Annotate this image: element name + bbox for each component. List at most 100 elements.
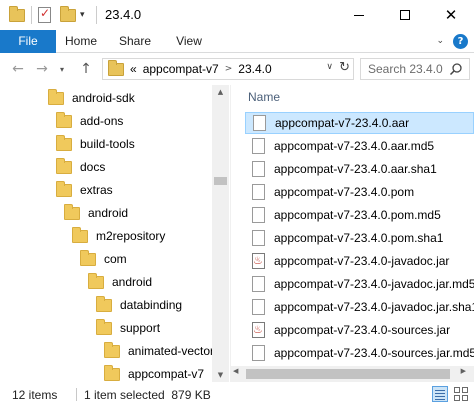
maximize-button[interactable]	[382, 0, 428, 30]
file-row[interactable]: appcompat-v7-23.4.0-sources.jar	[245, 319, 474, 341]
folder-icon	[104, 341, 120, 358]
folder-icon	[88, 272, 104, 289]
file-row[interactable]: appcompat-v7-23.4.0-sources.jar.md5	[245, 342, 474, 364]
file-name: appcompat-v7-23.4.0.aar.sha1	[274, 162, 437, 176]
forward-button[interactable]: →	[34, 59, 50, 79]
address-bar[interactable]: « appcompat-v7 > 23.4.0 ∨ ↻	[102, 58, 354, 80]
file-row[interactable]: appcompat-v7-23.4.0-javadoc.jar.sha1	[245, 296, 474, 318]
breadcrumb-overflow[interactable]: «	[130, 62, 137, 76]
folder-icon	[96, 318, 112, 335]
nav-tree-item[interactable]: appcompat-v7	[104, 363, 204, 382]
nav-tree-label: android-sdk	[72, 91, 135, 105]
scroll-left-icon[interactable]: ◀	[233, 367, 238, 375]
nav-tree-item[interactable]: build-tools	[56, 133, 135, 155]
folder-icon	[108, 59, 124, 76]
minimize-icon	[354, 14, 364, 16]
nav-tree-label: build-tools	[80, 137, 135, 151]
back-button[interactable]: ←	[10, 59, 26, 79]
file-icon	[252, 276, 265, 292]
search-input[interactable]	[361, 59, 447, 79]
search-box[interactable]	[360, 58, 470, 80]
folder-icon	[9, 5, 25, 24]
file-row[interactable]: appcompat-v7-23.4.0.aar.md5	[245, 135, 474, 157]
folder-icon	[56, 111, 72, 128]
nav-tree-item[interactable]: com	[80, 248, 127, 270]
expand-ribbon-icon[interactable]: ⌄	[436, 36, 444, 46]
up-button[interactable]: ↑	[78, 59, 94, 79]
jar-file-icon	[252, 253, 265, 269]
large-icons-view-icon[interactable]	[453, 386, 469, 402]
recent-locations-button[interactable]: ▾	[56, 59, 68, 79]
breadcrumb-version[interactable]: 23.4.0	[238, 62, 271, 76]
folder-icon	[72, 226, 88, 243]
tab-share[interactable]: Share	[108, 30, 162, 53]
file-icon	[252, 230, 265, 246]
folder-icon	[56, 134, 72, 151]
file-row[interactable]: appcompat-v7-23.4.0.aar	[245, 112, 474, 134]
file-list: Name appcompat-v7-23.4.0.aar appcompat-v7…	[231, 85, 474, 382]
file-name: appcompat-v7-23.4.0.pom	[274, 185, 415, 199]
nav-tree-item[interactable]: support	[96, 317, 160, 339]
nav-pane-scrollbar[interactable]: ▲ ▼	[212, 85, 229, 382]
nav-tree-label: m2repository	[96, 229, 166, 243]
title-bar: ▾ 23.4.0 ✕	[0, 0, 474, 30]
nav-tree-item[interactable]: add-ons	[56, 110, 123, 132]
customize-toolbar-icon[interactable]: ▾	[80, 6, 85, 24]
breadcrumb-appcompat[interactable]: appcompat-v7	[143, 62, 219, 76]
nav-tree-item[interactable]: android-sdk	[48, 87, 135, 109]
file-list-scrollbar[interactable]: ◀ ▶	[231, 366, 474, 382]
chevron-right-icon[interactable]: >	[225, 64, 233, 74]
details-view-icon[interactable]	[432, 386, 448, 402]
file-row[interactable]: appcompat-v7-23.4.0.pom.md5	[245, 204, 474, 226]
chevron-down-icon: ▾	[59, 64, 64, 74]
tab-home[interactable]: Home	[56, 30, 106, 53]
folder-icon	[56, 180, 72, 197]
file-name: appcompat-v7-23.4.0-javadoc.jar.sha1	[274, 300, 474, 314]
nav-tree-item[interactable]: m2repository	[72, 225, 165, 247]
nav-tree-item[interactable]: animated-vector-	[104, 340, 218, 362]
nav-tree-label: com	[104, 252, 127, 266]
scroll-down-icon[interactable]: ▼	[212, 368, 229, 382]
file-icon	[252, 138, 265, 154]
nav-tree-item[interactable]: android	[88, 271, 152, 293]
nav-tree-label: animated-vector-	[128, 344, 219, 358]
nav-tree-item[interactable]: docs	[56, 156, 105, 178]
nav-tree-label: extras	[80, 183, 113, 197]
help-icon[interactable]: ?	[453, 34, 468, 49]
file-row[interactable]: appcompat-v7-23.4.0.pom	[245, 181, 474, 203]
column-header-name[interactable]: Name	[248, 90, 280, 104]
file-row[interactable]: appcompat-v7-23.4.0.pom.sha1	[245, 227, 474, 249]
refresh-icon[interactable]: ↻	[339, 60, 350, 75]
scrollbar-thumb[interactable]	[214, 177, 227, 185]
new-folder-icon[interactable]	[60, 5, 76, 24]
search-icon[interactable]	[449, 62, 463, 76]
address-dropdown-icon[interactable]: ∨	[326, 62, 333, 72]
nav-tree-label: docs	[80, 160, 106, 174]
properties-icon[interactable]	[38, 6, 51, 24]
tab-file[interactable]: File	[0, 30, 56, 53]
file-name: appcompat-v7-23.4.0-javadoc.jar.md5	[274, 277, 474, 291]
minimize-button[interactable]	[336, 0, 382, 30]
scroll-up-icon[interactable]: ▲	[212, 85, 229, 99]
scrollbar-thumb[interactable]	[246, 369, 450, 379]
scroll-right-icon[interactable]: ▶	[461, 367, 466, 375]
close-button[interactable]: ✕	[428, 0, 474, 30]
file-row[interactable]: appcompat-v7-23.4.0-javadoc.jar.md5	[245, 273, 474, 295]
close-icon: ✕	[444, 6, 458, 24]
nav-tree-item[interactable]: databinding	[96, 294, 182, 316]
selection-info: 1 item selected 879 KB	[84, 388, 211, 402]
file-name: appcompat-v7-23.4.0-sources.jar	[274, 323, 451, 337]
window-title: 23.4.0	[105, 7, 142, 22]
navigation-bar: ← → ▾ ↑ « appcompat-v7 > 23.4.0 ∨ ↻	[0, 53, 474, 85]
file-icon	[252, 184, 265, 200]
toolbar-divider	[31, 6, 32, 24]
maximize-icon	[400, 10, 410, 20]
file-row[interactable]: appcompat-v7-23.4.0-javadoc.jar	[245, 250, 474, 272]
navigation-pane: android-sdk add-ons build-tools docs extras a…	[0, 85, 230, 382]
file-row[interactable]: appcompat-v7-23.4.0.aar.sha1	[245, 158, 474, 180]
nav-tree-item[interactable]: android	[64, 202, 128, 224]
file-name: appcompat-v7-23.4.0.aar.md5	[274, 139, 435, 153]
nav-tree-item[interactable]: extras	[56, 179, 113, 201]
tab-view[interactable]: View	[164, 30, 214, 53]
file-icon	[253, 115, 266, 131]
